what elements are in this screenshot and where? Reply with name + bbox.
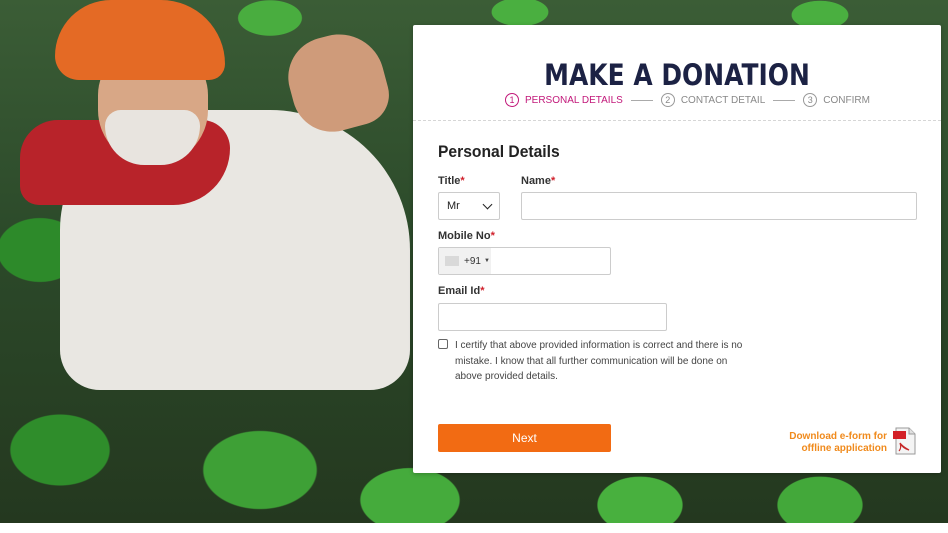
title-label-text: Title — [438, 175, 461, 187]
turban-shape — [55, 0, 225, 80]
required-mark: * — [550, 175, 556, 187]
required-mark: * — [460, 175, 465, 187]
name-label: Name* — [521, 175, 555, 187]
step-connector — [630, 99, 653, 101]
step-personal-details[interactable]: 1 PERSONAL DETAILS — [505, 93, 623, 107]
country-code-select[interactable]: +91 ▼ — [439, 248, 491, 274]
required-mark: * — [490, 230, 495, 242]
certify-checkbox[interactable] — [438, 339, 448, 349]
mobile-label: Mobile No* — [438, 230, 495, 242]
step-label: CONFIRM — [823, 94, 870, 106]
caret-down-icon: ▼ — [483, 258, 490, 264]
step-indicator: 1 PERSONAL DETAILS 2 CONTACT DETAIL 3 CO… — [505, 91, 870, 109]
page-footer-strip — [0, 523, 948, 533]
step-number: 2 — [660, 93, 675, 107]
required-mark: * — [480, 285, 485, 297]
step-number: 1 — [505, 93, 519, 107]
mobile-label-text: Mobile No — [438, 230, 491, 242]
name-label-text: Name — [521, 175, 551, 187]
email-label: Email Id* — [438, 285, 484, 297]
name-input[interactable] — [521, 192, 917, 220]
pdf-icon[interactable] — [892, 427, 918, 455]
email-label-text: Email Id — [438, 285, 481, 297]
dial-code: +91 — [464, 255, 481, 267]
step-connector — [773, 99, 796, 101]
email-input[interactable] — [438, 303, 667, 331]
page-title: MAKE A DONATION — [544, 58, 810, 92]
download-line-1: Download e-form for — [789, 431, 887, 442]
step-number: 3 — [803, 93, 818, 107]
certify-text: I certify that above provided informatio… — [455, 340, 743, 382]
title-label: Title* — [438, 175, 465, 187]
divider — [413, 120, 941, 121]
title-select[interactable]: Mr — [438, 192, 500, 220]
section-title: Personal Details — [438, 142, 560, 161]
flag-icon — [445, 256, 459, 266]
title-select-value: Mr — [447, 200, 460, 212]
mobile-field[interactable]: +91 ▼ — [438, 247, 611, 275]
chevron-down-icon — [482, 199, 493, 210]
download-eform-link[interactable]: Download e-form for offline application — [789, 431, 887, 455]
download-line-2: offline application — [801, 443, 887, 454]
step-confirm[interactable]: 3 CONFIRM — [803, 93, 870, 107]
step-label: PERSONAL DETAILS — [525, 94, 623, 106]
step-label: CONTACT DETAIL — [680, 94, 766, 106]
next-button[interactable]: Next — [438, 424, 611, 452]
donation-card: MAKE A DONATION 1 PERSONAL DETAILS 2 CON… — [413, 25, 941, 473]
step-contact-detail[interactable]: 2 CONTACT DETAIL — [660, 93, 766, 107]
